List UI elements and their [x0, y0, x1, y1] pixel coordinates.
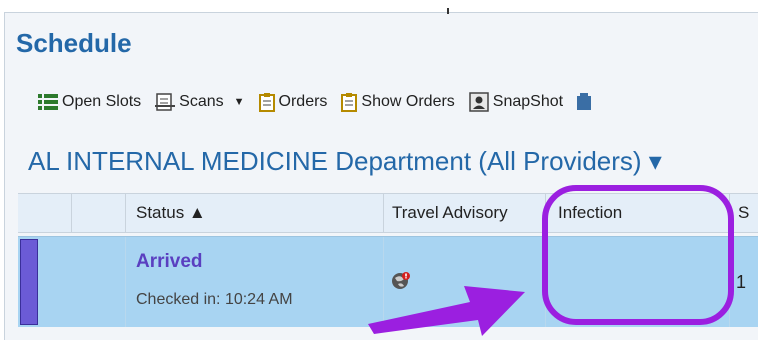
list-icon — [38, 94, 58, 110]
snapshot-button[interactable]: SnapShot — [469, 92, 563, 112]
scans-button[interactable]: Scans ▼ — [155, 93, 245, 111]
status-value: Arrived — [136, 251, 203, 272]
highlight-callout-circle — [542, 185, 734, 325]
flag-column-header — [18, 194, 72, 232]
toolbar: Open Slots Scans ▼ Orders Show Orders Sn… — [38, 90, 609, 114]
clipboard-icon — [258, 93, 275, 112]
orders-label: Orders — [278, 93, 328, 110]
more-toolbar-button[interactable] — [577, 92, 595, 112]
chart-icon — [577, 93, 592, 110]
chevron-down-icon[interactable]: ▼ — [234, 96, 245, 108]
status-flag — [20, 239, 38, 325]
person-card-icon — [469, 92, 489, 112]
select-column-header — [72, 194, 126, 232]
checked-in-time: Checked in: 10:24 AM — [136, 291, 293, 308]
callout-arrow-icon — [368, 286, 525, 336]
page-title: Schedule — [16, 28, 132, 58]
show-orders-label: Show Orders — [361, 93, 455, 110]
show-orders-button[interactable]: Show Orders — [341, 92, 455, 112]
next-column-value: 1 — [736, 272, 747, 292]
next-column-header[interactable]: S — [730, 194, 758, 232]
status-column-header[interactable]: Status ▲ — [126, 194, 384, 232]
department-header[interactable]: AL INTERNAL MEDICINE Department (All Pro… — [28, 146, 662, 177]
scans-label: Scans — [179, 93, 224, 110]
open-slots-button[interactable]: Open Slots — [38, 93, 141, 111]
clipboard-icon — [341, 93, 358, 112]
select-cell[interactable] — [72, 237, 126, 327]
divider-tick — [447, 8, 449, 14]
snapshot-label: SnapShot — [492, 93, 564, 110]
scan-icon — [155, 93, 176, 111]
open-slots-label: Open Slots — [62, 93, 142, 110]
orders-button[interactable]: Orders — [258, 92, 328, 112]
travel-advisory-column-header[interactable]: Travel Advisory — [384, 194, 546, 232]
